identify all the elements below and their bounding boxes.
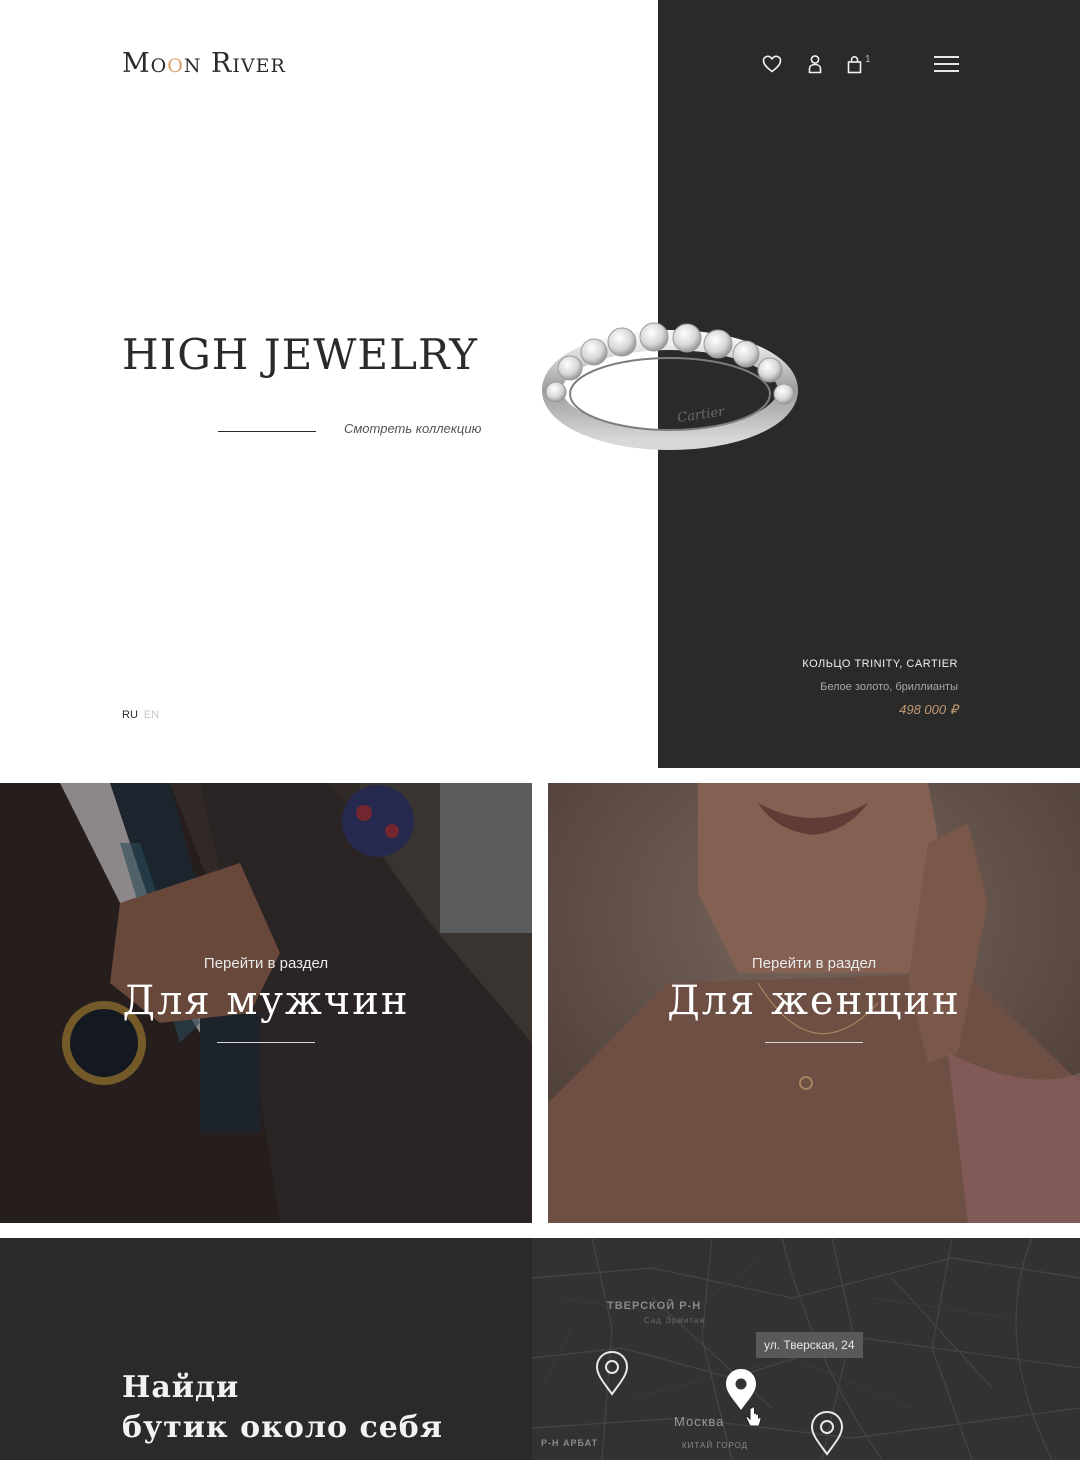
map-store-tooltip: ул. Тверская, 24 (756, 1332, 863, 1358)
header-icons: 1 (760, 52, 871, 76)
product-name[interactable]: КОЛЬЦО TRINITY, CARTIER (802, 658, 958, 670)
collection-link-line (218, 431, 316, 432)
category-men-underline (217, 1042, 315, 1043)
map-pin-icon[interactable] (594, 1350, 630, 1396)
cursor-hand-icon (745, 1406, 762, 1427)
map-label-tverskoy: ТВЕРСКОЙ Р-Н (607, 1300, 702, 1312)
category-women-card[interactable]: Перейти в раздел Для женщин (548, 783, 1080, 1223)
logo-accent-letter: o (167, 48, 184, 79)
category-men-title: Для мужчин (122, 978, 410, 1024)
cart-count-badge: 1 (865, 54, 871, 65)
language-switcher: RU EN (122, 709, 165, 721)
category-men-subtitle: Перейти в раздел (203, 955, 329, 972)
hero-section: Moon River 1 HIGH JEWELRY Смотреть колле… (0, 0, 1080, 768)
map-label-moscow: Москва (674, 1414, 725, 1429)
category-women-text: Перейти в раздел Для женщин (548, 955, 1080, 1043)
menu-icon[interactable] (934, 55, 960, 73)
map-label-kitay-gorod: КИТАЙ ГОРОД (682, 1441, 749, 1450)
ring-engraving: Cartier (676, 404, 726, 426)
product-description: Белое золото, бриллианты (820, 681, 958, 693)
view-collection-link[interactable]: Смотреть коллекцию (344, 421, 481, 436)
category-men-card[interactable]: Перейти в раздел Для мужчин (0, 783, 532, 1223)
logo-text-1: Mo (122, 48, 168, 79)
map-label-arbat: Р-Н АРБАТ (541, 1438, 599, 1448)
heart-icon[interactable] (760, 52, 784, 76)
stores-map[interactable]: ТВЕРСКОЙ Р-Н Сад Эрмитаж Москва Р-Н АРБА… (532, 1238, 1080, 1460)
stores-section: Найди бутик около себя ТВЕРСКОЙ Р-Н Сад … (0, 1238, 1080, 1460)
logo-text-2: n River (183, 48, 286, 79)
cart-button[interactable]: 1 (846, 52, 871, 76)
user-icon[interactable] (803, 52, 827, 76)
site-logo[interactable]: Moon River (122, 48, 286, 79)
bag-icon (846, 52, 862, 76)
category-women-subtitle: Перейти в раздел (751, 955, 877, 972)
lang-ru[interactable]: RU (122, 709, 138, 721)
category-women-underline (765, 1042, 863, 1043)
category-women-title: Для женщин (667, 978, 961, 1024)
stores-title-line1: Найди (122, 1370, 240, 1405)
stores-title-line2: бутик около себя (122, 1410, 443, 1445)
lang-en[interactable]: EN (144, 709, 159, 721)
stores-title: Найди бутик около себя (122, 1368, 443, 1448)
ring-product-image[interactable]: Cartier (542, 318, 798, 454)
map-pin-icon[interactable] (809, 1410, 845, 1456)
product-price: 498 000 ₽ (899, 702, 958, 717)
hero-title: HIGH JEWELRY (122, 330, 479, 379)
map-label-hermitage: Сад Эрмитаж (644, 1316, 706, 1325)
category-men-text: Перейти в раздел Для мужчин (0, 955, 532, 1043)
product-info: КОЛЬЦО TRINITY, CARTIER Белое золото, бр… (802, 658, 958, 718)
